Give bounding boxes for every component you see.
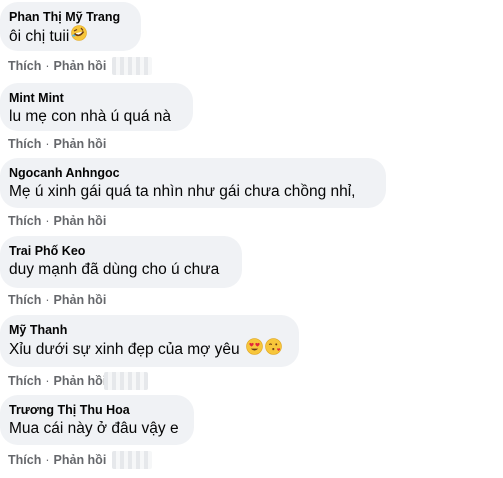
- reply-button[interactable]: Phản hồi: [54, 293, 107, 307]
- separator-dot: ·: [45, 453, 50, 467]
- like-button[interactable]: Thích: [8, 214, 41, 228]
- comment-text: Mẹ ú xinh gái quá ta nhìn như gái chưa c…: [9, 183, 356, 200]
- reply-button[interactable]: Phản hồi: [54, 59, 107, 73]
- timestamp-redacted: [112, 451, 153, 469]
- reply-button[interactable]: Phản hồi: [54, 453, 107, 467]
- like-button[interactable]: Thích: [8, 374, 41, 388]
- comment-bubble: Phan Thị Mỹ Trang ôi chị tuii: [0, 2, 141, 51]
- comment-actions: Thích · Phản hồi: [8, 214, 106, 228]
- reply-button[interactable]: Phản hồi: [54, 214, 107, 228]
- comment-author[interactable]: Trương Thị Thu Hoa: [9, 402, 182, 418]
- comment-author[interactable]: Ngocanh Anhngoc: [9, 165, 374, 181]
- like-button[interactable]: Thích: [8, 453, 41, 467]
- comment-author[interactable]: Phan Thị Mỹ Trang: [9, 9, 129, 25]
- reply-button[interactable]: Phản hồi: [54, 374, 107, 388]
- comment-actions: Thích · Phản hồi: [8, 293, 106, 307]
- comment-text-content: Xỉu dưới sự xinh đẹp của mợ yêu: [9, 341, 240, 358]
- comment-bubble: Trương Thị Thu Hoa Mua cái này ở đâu vậy…: [0, 395, 194, 445]
- comment-text: lu mẹ con nhà ú quá nà: [9, 108, 172, 125]
- comment-author[interactable]: Trai Phố Keo: [9, 243, 230, 259]
- comment-text: Xỉu dưới sự xinh đẹp của mợ yêu: [9, 338, 287, 362]
- comment-bubble: Ngocanh Anhngoc Mẹ ú xinh gái quá ta nhì…: [0, 158, 386, 208]
- separator-dot: ·: [45, 137, 50, 151]
- comment-text: ôi chị tuii: [9, 25, 129, 48]
- separator-dot: ·: [45, 59, 50, 73]
- comment-bubble: Mỹ Thanh Xỉu dưới sự xinh đẹp của mợ yêu: [0, 315, 299, 367]
- comment-text: duy mạnh đã dùng cho ú chưa: [9, 261, 220, 278]
- comment-actions: Thích · Phản hồi: [8, 57, 153, 75]
- like-button[interactable]: Thích: [8, 293, 41, 307]
- kissing-heart-emoji-icon: [264, 338, 282, 362]
- comment-bubble: Trai Phố Keo duy mạnh đã dùng cho ú chưa: [0, 236, 242, 288]
- reply-button[interactable]: Phản hồi: [54, 137, 107, 151]
- rolling-laughing-emoji-icon: [71, 25, 88, 48]
- like-button[interactable]: Thích: [8, 137, 41, 151]
- comment-actions: Thích · Phản hồi: [8, 137, 106, 151]
- separator-dot: ·: [45, 374, 50, 388]
- comment-author[interactable]: Mint Mint: [9, 90, 181, 106]
- like-button[interactable]: Thích: [8, 59, 41, 73]
- comment-text-content: ôi chị tuii: [9, 27, 70, 45]
- comment-actions: Thích · Phản hồi: [8, 372, 149, 390]
- heart-eyes-emoji-icon: [245, 338, 263, 362]
- comment-actions: Thích · Phản hồi: [8, 451, 153, 469]
- separator-dot: ·: [45, 214, 50, 228]
- comment-text: Mua cái này ở đâu vậy e: [9, 420, 179, 437]
- timestamp-redacted: [112, 57, 153, 75]
- comment-author[interactable]: Mỹ Thanh: [9, 322, 287, 338]
- comment-bubble: Mint Mint lu mẹ con nhà ú quá nà: [0, 83, 193, 131]
- separator-dot: ·: [45, 293, 50, 307]
- timestamp-redacted: [104, 372, 149, 390]
